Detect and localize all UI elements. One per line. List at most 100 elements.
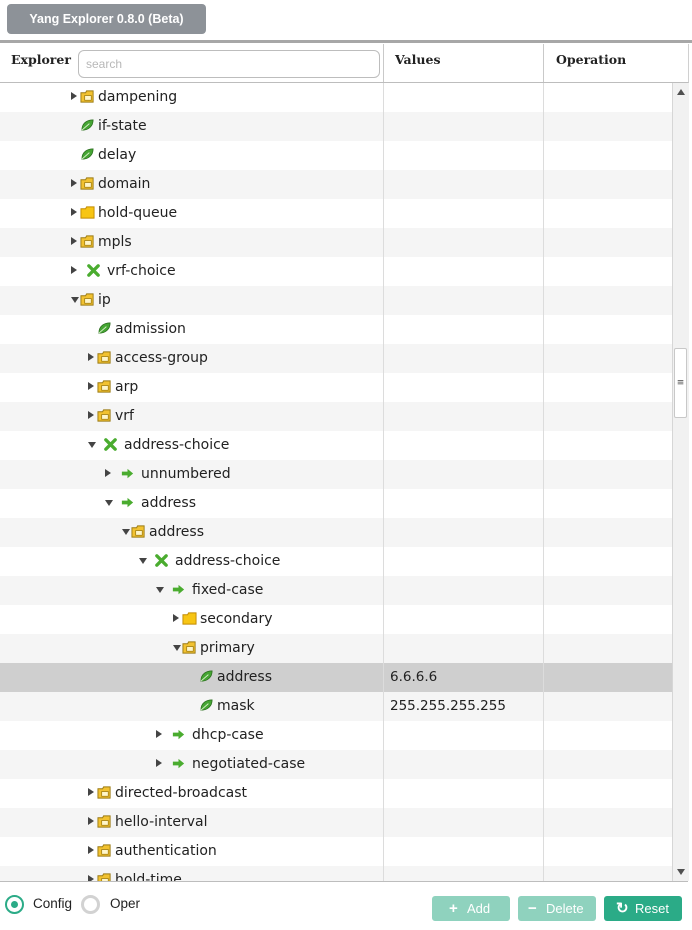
vertical-scrollbar[interactable]: ≡ [672,83,689,881]
tree-row[interactable]: hello-interval [0,808,672,837]
tree-row[interactable]: mpls [0,228,672,257]
node-label[interactable]: access-group [115,344,208,373]
tree-row[interactable]: mask 255.255.255.255 [0,692,672,721]
collapsed-arrow-icon[interactable] [173,614,179,622]
reset-button[interactable]: ↻ Reset [604,896,682,921]
collapsed-arrow-icon[interactable] [71,92,77,100]
node-label[interactable]: authentication [115,837,217,866]
tree-header: Explorer Values Operation [0,44,689,83]
node-label[interactable]: dhcp-case [192,721,264,750]
collapsed-arrow-icon[interactable] [71,237,77,245]
node-label[interactable]: address-choice [175,547,280,576]
tree-row[interactable]: address-choice [0,431,672,460]
tree-row[interactable]: address [0,489,672,518]
node-label[interactable]: vrf-choice [107,257,176,286]
collapsed-arrow-icon[interactable] [156,730,162,738]
app-title-button[interactable]: Yang Explorer 0.8.0 (Beta) [7,4,206,34]
delete-button-label: Delete [546,901,584,916]
scrollbar-thumb[interactable]: ≡ [674,348,687,418]
tree-row[interactable]: directed-broadcast [0,779,672,808]
node-label[interactable]: primary [200,634,255,663]
collapsed-arrow-icon[interactable] [71,266,77,274]
node-label[interactable]: address [149,518,204,547]
expanded-arrow-icon[interactable] [71,297,79,303]
tree-row[interactable]: vrf [0,402,672,431]
collapsed-arrow-icon[interactable] [71,179,77,187]
collapsed-arrow-icon[interactable] [88,411,94,419]
tree-row[interactable]: dhcp-case [0,721,672,750]
collapsed-arrow-icon[interactable] [71,208,77,216]
collapsed-arrow-icon[interactable] [156,759,162,767]
collapsed-arrow-icon[interactable] [88,846,94,854]
scroll-up-button[interactable] [673,84,689,100]
tree-row[interactable]: fixed-case [0,576,672,605]
node-label[interactable]: hello-interval [115,808,208,837]
delete-button[interactable]: − Delete [518,896,596,921]
node-label[interactable]: ip [98,286,111,315]
tree-row[interactable]: address [0,518,672,547]
node-label[interactable]: domain [98,170,150,199]
collapsed-arrow-icon[interactable] [105,469,111,477]
expanded-arrow-icon[interactable] [156,587,164,593]
oper-radio-label[interactable]: Oper [110,896,140,911]
add-button[interactable]: + Add [432,896,510,921]
tree-row[interactable]: admission [0,315,672,344]
oper-radio[interactable] [81,895,100,914]
collapsed-arrow-icon[interactable] [88,788,94,796]
node-label[interactable]: mask [217,692,255,721]
choice-icon [104,438,117,451]
cell-divider [543,837,544,866]
cell-divider [383,199,384,228]
node-label[interactable]: unnumbered [141,460,231,489]
node-label[interactable]: address-choice [124,431,229,460]
tree-row[interactable]: hold-time [0,866,672,881]
expanded-arrow-icon[interactable] [105,500,113,506]
search-input[interactable] [78,50,380,78]
tree-row[interactable]: if-state [0,112,672,141]
node-label[interactable]: negotiated-case [192,750,305,779]
node-label[interactable]: delay [98,141,136,170]
node-label[interactable]: directed-broadcast [115,779,247,808]
tree-row[interactable]: vrf-choice [0,257,672,286]
node-label[interactable]: admission [115,315,186,344]
node-label[interactable]: vrf [115,402,134,431]
tree-row[interactable]: hold-queue [0,199,672,228]
tree-row[interactable]: ip [0,286,672,315]
tree-row[interactable]: access-group [0,344,672,373]
expanded-arrow-icon[interactable] [88,442,96,448]
node-value[interactable]: 255.255.255.255 [390,692,506,721]
expanded-arrow-icon[interactable] [139,558,147,564]
tree-row[interactable]: dampening [0,83,672,112]
tree-row[interactable]: negotiated-case [0,750,672,779]
node-label[interactable]: if-state [98,112,147,141]
node-label[interactable]: secondary [200,605,273,634]
config-radio[interactable] [5,895,24,914]
config-radio-label[interactable]: Config [33,896,72,911]
node-label[interactable]: hold-time [115,866,182,881]
tree-row[interactable]: address 6.6.6.6 [0,663,672,692]
tree-row[interactable]: arp [0,373,672,402]
collapsed-arrow-icon[interactable] [88,382,94,390]
tree-row[interactable]: authentication [0,837,672,866]
expanded-arrow-icon[interactable] [122,529,130,535]
collapsed-arrow-icon[interactable] [88,353,94,361]
operation-column-header: Operation [556,52,627,67]
node-label[interactable]: dampening [98,83,177,112]
tree-row[interactable]: domain [0,170,672,199]
node-label[interactable]: fixed-case [192,576,263,605]
tree-row[interactable]: secondary [0,605,672,634]
tree-row[interactable]: primary [0,634,672,663]
node-value[interactable]: 6.6.6.6 [390,663,437,692]
tree-row[interactable]: address-choice [0,547,672,576]
collapsed-arrow-icon[interactable] [88,817,94,825]
scroll-down-button[interactable] [673,864,689,880]
tree-row[interactable]: delay [0,141,672,170]
tree-row[interactable]: unnumbered [0,460,672,489]
node-label[interactable]: hold-queue [98,199,177,228]
expanded-arrow-icon[interactable] [173,645,181,651]
node-label[interactable]: arp [115,373,138,402]
node-label[interactable]: address [141,489,196,518]
node-label[interactable]: mpls [98,228,132,257]
cell-divider [383,257,384,286]
node-label[interactable]: address [217,663,272,692]
